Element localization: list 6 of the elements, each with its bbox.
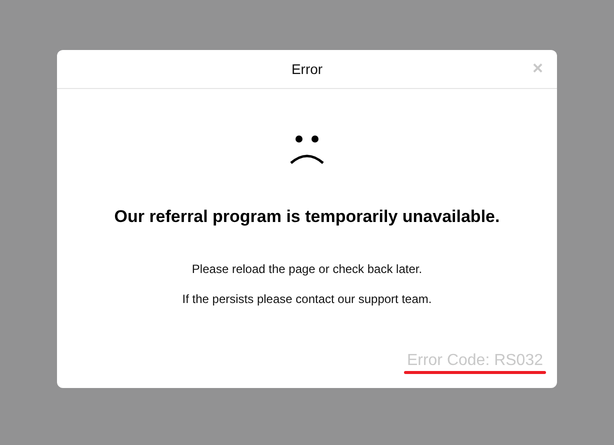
dialog-title: Error [291, 61, 323, 77]
error-heading: Our referral program is temporarily unavailable. [114, 207, 500, 227]
sad-face-icon [289, 135, 325, 165]
error-message: Please reload the page or check back later. [192, 262, 422, 276]
error-message: If the persists please contact our support team. [182, 292, 432, 306]
close-button[interactable]: × [532, 59, 543, 77]
